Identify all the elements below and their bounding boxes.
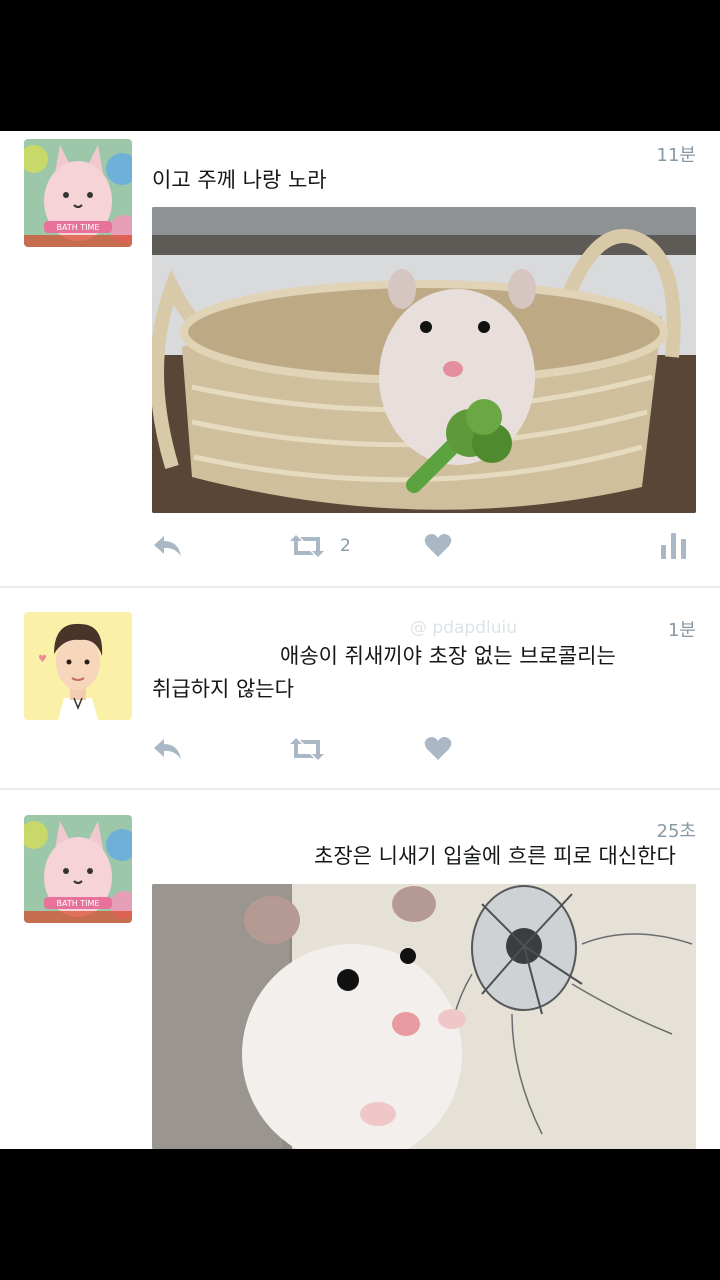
- reply-icon: [154, 739, 181, 759]
- reply-button[interactable]: [152, 732, 184, 766]
- heart-icon: [424, 737, 452, 760]
- tweet-3[interactable]: BATH TIME 25초 초장은 니새기 입술에 흐른 피로 대신한다: [0, 790, 720, 1149]
- redacted-username: [140, 800, 320, 834]
- bunny-avatar-icon[interactable]: BATH TIME: [24, 815, 132, 923]
- retweet-count: 2: [340, 536, 351, 556]
- reply-button[interactable]: [152, 529, 184, 563]
- tweet-1[interactable]: BATH TIME 11분 이고 주께 나랑 노라 2: [0, 131, 720, 586]
- retweet-button[interactable]: [288, 732, 326, 766]
- retweet-icon: [290, 738, 324, 760]
- hamster-cracked-wall-photo[interactable]: [152, 884, 696, 1149]
- like-button[interactable]: [424, 732, 452, 766]
- like-button[interactable]: [424, 529, 452, 563]
- analytics-button[interactable]: [660, 529, 688, 563]
- timeline: BATH TIME 11분 이고 주께 나랑 노라 2 ♥ @ pdapdlui…: [0, 131, 720, 1149]
- tweet-time: 1분: [667, 620, 696, 641]
- faded-handle: @ pdapdluiu: [410, 618, 517, 638]
- tweet-2[interactable]: ♥ @ pdapdluiu 1분 애송이 쥐새끼야 초장 없는 브로콜리는 취급…: [0, 588, 720, 788]
- tweet-actions: 2: [152, 529, 696, 563]
- bunny-avatar-icon[interactable]: BATH TIME: [24, 139, 132, 247]
- tweet-text-line2: 취급하지 않는다: [152, 677, 294, 701]
- tweet-actions: [152, 732, 696, 766]
- retweet-button[interactable]: 2: [288, 529, 351, 563]
- retweet-icon: [290, 535, 324, 557]
- tweet-text: 초장은 니새기 입술에 흐른 피로 대신한다: [314, 844, 676, 868]
- redacted-mention: [140, 636, 280, 666]
- avatar-badge: BATH TIME: [57, 899, 100, 908]
- bar-chart-icon: [661, 533, 686, 559]
- avatar-badge: BATH TIME: [57, 223, 100, 232]
- hamster-basket-photo[interactable]: [152, 207, 696, 513]
- tweet-text: 이고 주께 나랑 노라: [152, 168, 327, 192]
- heart-icon: [424, 534, 452, 557]
- reply-icon: [154, 536, 181, 556]
- man-avatar-icon[interactable]: ♥: [24, 612, 132, 720]
- tweet-text-line1: 애송이 쥐새끼야 초장 없는 브로콜리는: [280, 644, 616, 668]
- svg-text:♥: ♥: [38, 654, 47, 665]
- redacted-mention: [140, 838, 310, 872]
- redacted-username: [140, 131, 320, 163]
